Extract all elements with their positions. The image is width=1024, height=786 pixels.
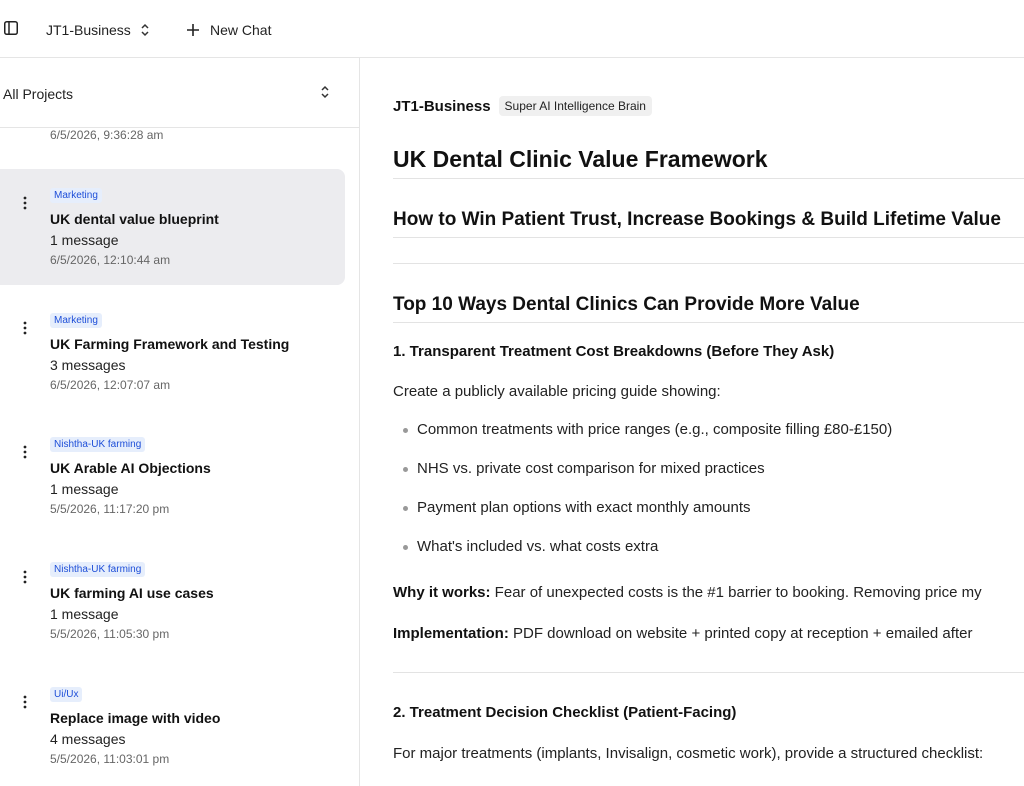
list-item: Common treatments with price ranges (e.g…: [393, 420, 892, 459]
chat-item-count: 4 messages: [50, 731, 126, 747]
workspace-switcher[interactable]: JT1-Business: [46, 20, 150, 40]
new-chat-label: New Chat: [210, 22, 272, 38]
sidebar-toggle-icon[interactable]: [4, 21, 18, 35]
chat-content: JT1-Business Super AI Intelligence Brain…: [393, 58, 1024, 786]
bullet-list: Common treatments with price ranges (e.g…: [393, 420, 892, 576]
implementation-text: PDF download on website + printed copy a…: [508, 625, 973, 642]
why-it-works: Why it works: Fear of unexpected costs i…: [393, 584, 982, 601]
chat-item-count: 1 message: [50, 232, 119, 248]
divider: [393, 322, 1024, 323]
chevron-up-down-icon: [320, 85, 330, 99]
chat-item-timestamp: 5/5/2026, 11:03:01 pm: [50, 752, 170, 766]
chat-item-title: UK dental value blueprint: [50, 211, 219, 227]
chat-item[interactable]: Marketing UK Farming Framework and Testi…: [0, 294, 345, 410]
item-heading: 2. Treatment Decision Checklist (Patient…: [393, 704, 737, 721]
document-subtitle: How to Win Patient Trust, Increase Booki…: [393, 209, 1001, 230]
chat-item-title: UK Farming Framework and Testing: [50, 336, 290, 352]
why-label: Why it works:: [393, 584, 491, 601]
chat-item[interactable]: Marketing UK dental value blueprint 1 me…: [0, 169, 345, 285]
chat-item-title: Replace image with video: [50, 710, 221, 726]
project-filter-select[interactable]: All Projects: [0, 58, 359, 128]
chat-item[interactable]: Nishtha-UK farming UK farming AI use cas…: [0, 543, 345, 659]
new-chat-button[interactable]: New Chat: [186, 20, 271, 40]
more-vertical-icon[interactable]: [17, 444, 33, 460]
divider: [393, 263, 1024, 264]
workspace-name: JT1-Business: [46, 22, 131, 38]
project-filter-label: All Projects: [3, 86, 74, 102]
top-bar: JT1-Business New Chat: [0, 0, 1024, 58]
chat-item-timestamp: 5/5/2026, 11:17:20 pm: [50, 502, 170, 516]
more-vertical-icon[interactable]: [17, 569, 33, 585]
section-heading: Top 10 Ways Dental Clinics Can Provide M…: [393, 294, 860, 315]
list-item: What's included vs. what costs extra: [393, 537, 892, 576]
chevron-up-down-icon: [140, 23, 150, 37]
project-tag: Nishtha-UK farming: [50, 437, 146, 452]
implementation-label: Implementation:: [393, 625, 509, 642]
chat-item-count: 3 messages: [50, 357, 126, 373]
project-tag: Marketing: [50, 188, 102, 203]
item-intro: For major treatments (implants, Invisali…: [393, 745, 984, 762]
chat-item[interactable]: Ui/Ux Replace image with video 4 message…: [0, 668, 345, 784]
chat-item-count: 1 message: [50, 606, 119, 622]
project-tag: Ui/Ux: [50, 687, 83, 702]
chat-item-count: 1 message: [50, 481, 119, 497]
more-vertical-icon[interactable]: [17, 694, 33, 710]
chat-item-timestamp: 5/5/2026, 11:05:30 pm: [50, 627, 170, 641]
chat-item[interactable]: Nishtha-UK farming UK Arable AI Objectio…: [0, 418, 345, 534]
chat-item-timestamp: 6/5/2026, 12:10:44 am: [50, 253, 171, 267]
chat-item-timestamp: 6/5/2026, 12:07:07 am: [50, 378, 171, 392]
list-item: NHS vs. private cost comparison for mixe…: [393, 459, 892, 498]
chat-item-title: UK Arable AI Objections: [50, 460, 211, 476]
workspace-header: JT1-Business Super AI Intelligence Brain: [393, 96, 652, 116]
chat-item-title: UK farming AI use cases: [50, 585, 214, 601]
item-heading: 1. Transparent Treatment Cost Breakdowns…: [393, 343, 835, 360]
project-tag: Marketing: [50, 313, 102, 328]
divider: [393, 237, 1024, 238]
chat-item-timestamp: 6/5/2026, 9:36:28 am: [50, 128, 164, 142]
more-vertical-icon[interactable]: [17, 320, 33, 336]
item-intro: Create a publicly available pricing guid…: [393, 383, 721, 400]
divider: [393, 672, 1024, 673]
more-vertical-icon[interactable]: [17, 195, 33, 211]
divider: [393, 178, 1024, 179]
project-tag: Nishtha-UK farming: [50, 562, 146, 577]
why-text: Fear of unexpected costs is the #1 barri…: [490, 584, 982, 601]
workspace-name: JT1-Business: [393, 97, 491, 115]
plus-icon: [186, 23, 200, 37]
document-title: UK Dental Clinic Value Framework: [393, 146, 768, 172]
workspace-badge: Super AI Intelligence Brain: [498, 96, 652, 116]
implementation: Implementation: PDF download on website …: [393, 625, 972, 642]
list-item: Payment plan options with exact monthly …: [393, 498, 892, 537]
sidebar: All Projects 6/5/2026, 9:36:28 am Market…: [0, 58, 360, 786]
